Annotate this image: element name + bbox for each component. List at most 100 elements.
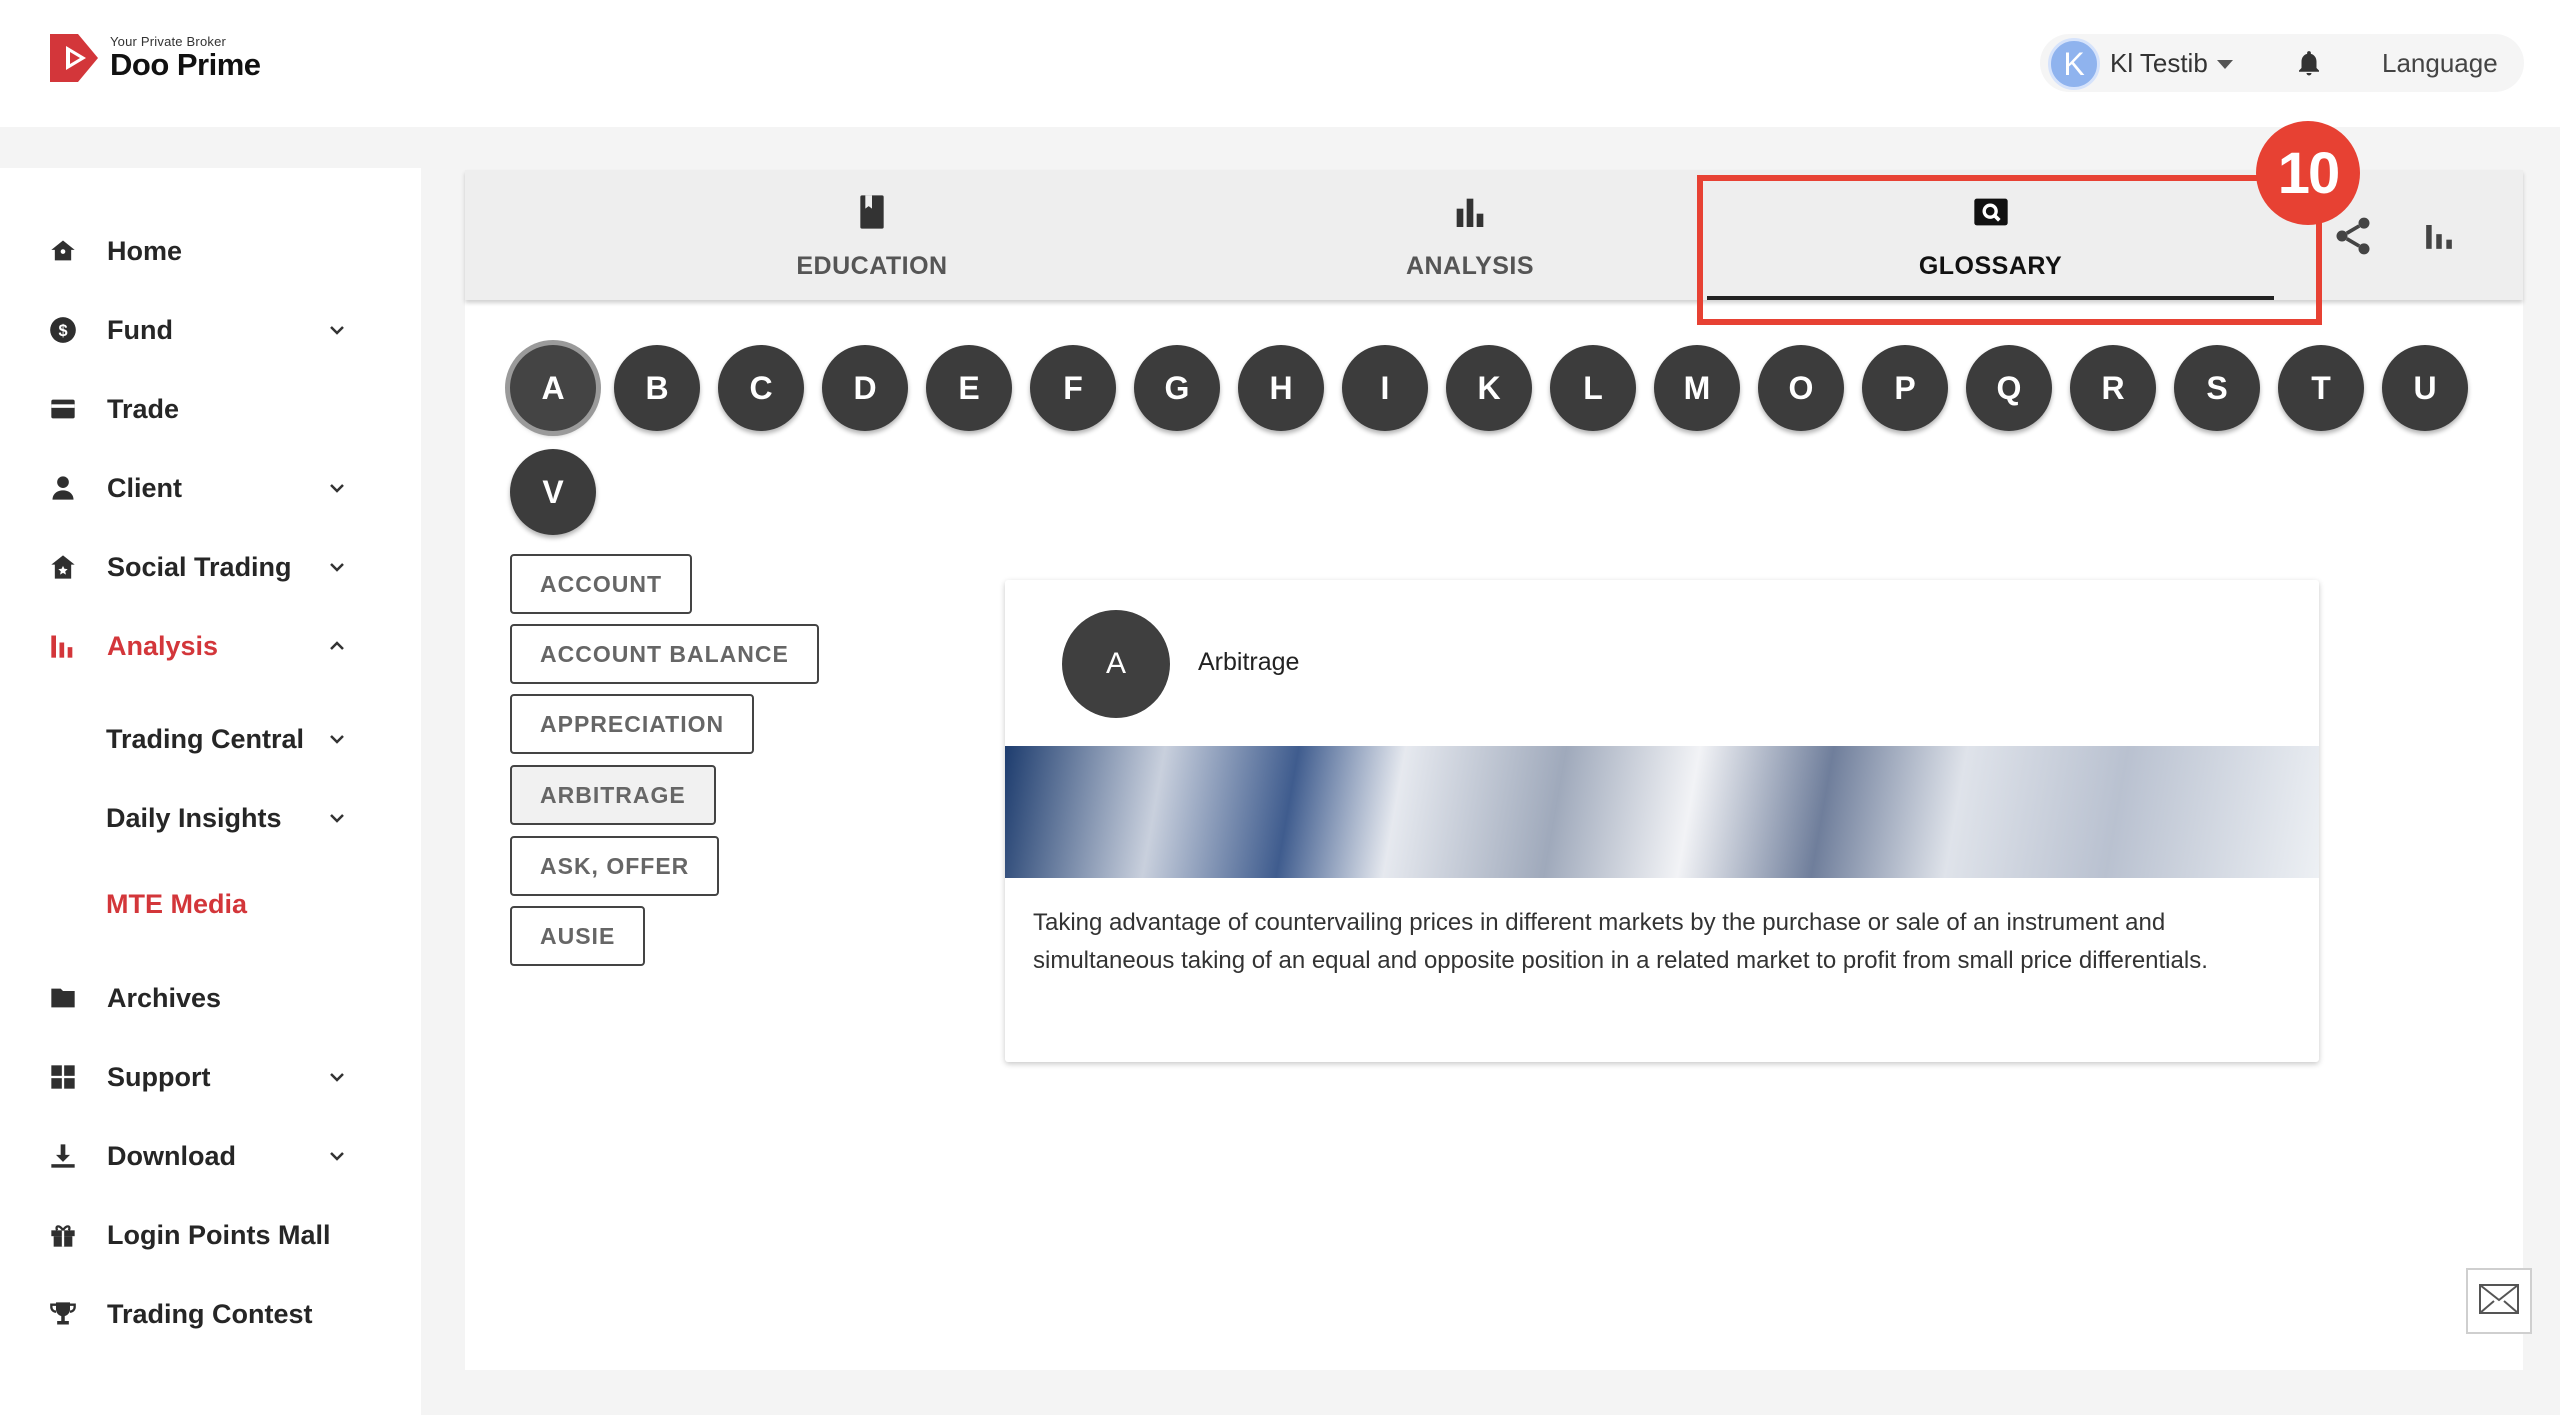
tab-bar: EDUCATION ANALYSIS GLOSSARY — [465, 170, 2523, 300]
letter-button-q[interactable]: Q — [1966, 345, 2052, 431]
chart-icon[interactable] — [2417, 214, 2461, 258]
sidebar-item-download[interactable]: Download — [0, 1126, 421, 1186]
sidebar-item-archives[interactable]: Archives — [0, 968, 421, 1028]
sidebar-item-daily-insights[interactable]: Daily Insights — [0, 788, 421, 848]
sidebar-item-label: Social Trading — [107, 551, 292, 582]
sidebar-item-label: MTE Media — [106, 888, 248, 919]
sidebar-item-label: Analysis — [107, 630, 219, 661]
letter-button-u[interactable]: U — [2382, 345, 2468, 431]
trophy-icon — [48, 1299, 78, 1329]
sidebar-item-trade[interactable]: Trade — [0, 379, 421, 439]
bell-icon[interactable] — [2294, 48, 2324, 78]
sidebar-item-fund[interactable]: $ Fund — [0, 300, 421, 360]
chevron-down-icon — [328, 321, 346, 339]
letter-button-v[interactable]: V — [510, 449, 596, 535]
tab-label: ANALYSIS — [1405, 252, 1535, 280]
letter-button-b[interactable]: B — [614, 345, 700, 431]
search-icon — [1971, 192, 2011, 232]
card-avatar: A — [1062, 610, 1170, 718]
chevron-up-icon — [328, 637, 346, 655]
caret-down-icon[interactable] — [2217, 60, 2233, 69]
user-toolbar: K Kl Testib Language — [2040, 34, 2524, 92]
sidebar-item-label: Support — [107, 1061, 211, 1092]
glossary-card: A Arbitrage Taking advantage of counterv… — [1005, 580, 2319, 1062]
share-icon[interactable] — [2331, 214, 2375, 258]
sidebar: Home $ Fund Trade Client Social Trading — [0, 168, 421, 1415]
chevron-down-icon — [328, 1068, 346, 1086]
mail-icon — [2479, 1283, 2519, 1319]
tab-label: EDUCATION — [796, 252, 948, 280]
card-banner-image — [1005, 746, 2319, 878]
sidebar-item-label: Trading Contest — [107, 1298, 313, 1329]
sidebar-item-label: Trading Central — [106, 723, 305, 754]
sidebar-item-label: Login Points Mall — [107, 1219, 331, 1250]
term-button[interactable]: ASK, OFFER — [510, 836, 720, 896]
house-star-icon — [48, 552, 78, 582]
letter-button-s[interactable]: S — [2174, 345, 2260, 431]
logo-name: Doo Prime — [110, 46, 261, 82]
user-avatar[interactable]: K — [2048, 38, 2100, 90]
sidebar-item-client[interactable]: Client — [0, 458, 421, 518]
term-button[interactable]: ACCOUNT BALANCE — [510, 624, 819, 684]
sidebar-item-mte-media[interactable]: MTE Media — [0, 874, 421, 934]
dollar-icon: $ — [48, 315, 78, 345]
chevron-down-icon — [328, 1147, 346, 1165]
active-tab-indicator — [1707, 296, 2274, 300]
letter-button-a[interactable]: A — [510, 345, 596, 431]
card-icon — [48, 394, 78, 424]
letter-button-i[interactable]: I — [1342, 345, 1428, 431]
tab-analysis[interactable]: ANALYSIS — [1285, 170, 1655, 300]
sidebar-item-home[interactable]: Home — [0, 221, 421, 281]
brand-logo[interactable]: Your Private Broker Doo Prime — [48, 32, 261, 84]
letter-button-g[interactable]: G — [1134, 345, 1220, 431]
letter-button-d[interactable]: D — [822, 345, 908, 431]
letter-button-f[interactable]: F — [1030, 345, 1116, 431]
download-icon — [48, 1141, 78, 1171]
mail-button[interactable] — [2466, 1268, 2532, 1334]
svg-text:$: $ — [58, 322, 67, 340]
tab-education[interactable]: EDUCATION — [687, 170, 1057, 300]
grid-icon — [48, 1062, 78, 1092]
chevron-down-icon — [328, 479, 346, 497]
sidebar-item-trading-contest[interactable]: Trading Contest — [0, 1284, 421, 1344]
letter-button-c[interactable]: C — [718, 345, 804, 431]
letter-button-l[interactable]: L — [1550, 345, 1636, 431]
chevron-down-icon — [328, 558, 346, 576]
bar-chart-icon — [1450, 192, 1490, 232]
letter-button-e[interactable]: E — [926, 345, 1012, 431]
doo-prime-logo-icon — [48, 32, 100, 84]
top-header: Your Private Broker Doo Prime K Kl Testi… — [0, 0, 2560, 127]
sidebar-item-support[interactable]: Support — [0, 1047, 421, 1107]
sidebar-item-analysis[interactable]: Analysis — [0, 616, 421, 676]
letter-button-t[interactable]: T — [2278, 345, 2364, 431]
chevron-down-icon — [328, 809, 346, 827]
annotation-step-badge: 10 — [2256, 121, 2360, 225]
sidebar-item-label: Archives — [107, 982, 222, 1013]
tab-glossary[interactable]: GLOSSARY — [1707, 170, 2274, 300]
letter-button-h[interactable]: H — [1238, 345, 1324, 431]
sidebar-item-trading-central[interactable]: Trading Central — [0, 709, 421, 769]
term-button[interactable]: APPRECIATION — [510, 694, 755, 754]
sidebar-item-label: Fund — [107, 314, 173, 345]
sidebar-item-label: Home — [107, 235, 183, 266]
user-name[interactable]: Kl Testib — [2110, 48, 2208, 79]
book-icon — [852, 192, 892, 232]
term-button[interactable]: ACCOUNT — [510, 554, 692, 614]
sidebar-item-login-points-mall[interactable]: Login Points Mall — [0, 1205, 421, 1265]
sidebar-item-social-trading[interactable]: Social Trading — [0, 537, 421, 597]
term-button[interactable]: AUSIE — [510, 906, 646, 966]
letter-button-r[interactable]: R — [2070, 345, 2156, 431]
letter-button-k[interactable]: K — [1446, 345, 1532, 431]
sidebar-item-label: Client — [107, 472, 183, 503]
bar-chart-icon — [48, 631, 78, 661]
home-icon — [48, 236, 78, 266]
person-icon — [48, 473, 78, 503]
sidebar-item-label: Daily Insights — [106, 802, 282, 833]
letter-button-p[interactable]: P — [1862, 345, 1948, 431]
folder-icon — [48, 983, 78, 1013]
gift-icon — [48, 1220, 78, 1250]
language-selector[interactable]: Language — [2382, 48, 2498, 79]
term-button-selected[interactable]: ARBITRAGE — [510, 765, 716, 825]
letter-button-m[interactable]: M — [1654, 345, 1740, 431]
letter-button-o[interactable]: O — [1758, 345, 1844, 431]
